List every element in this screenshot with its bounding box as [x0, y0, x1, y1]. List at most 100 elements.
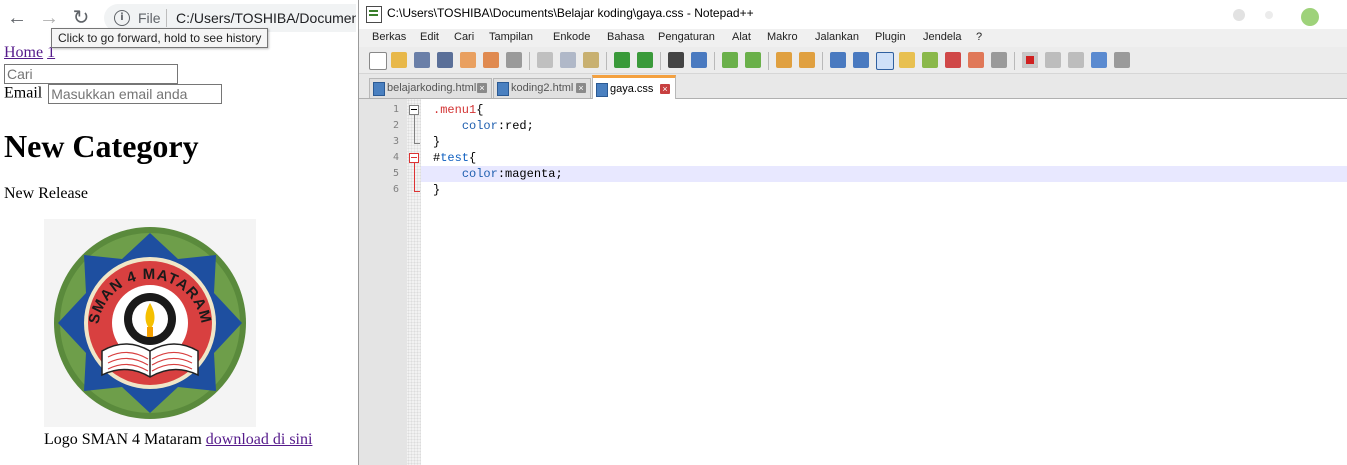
code-line-2[interactable]: color:red;	[433, 118, 534, 134]
save-macro-icon[interactable]	[1114, 52, 1130, 68]
address-url[interactable]: C:/Users/TOSHIBA/Documents	[176, 10, 360, 26]
css-selector: .menu1	[433, 103, 477, 117]
page-title: New Category	[4, 128, 199, 164]
fold-collapse-icon[interactable]	[409, 105, 419, 115]
code-line-4[interactable]: #test{	[433, 150, 476, 166]
function-list-icon[interactable]	[945, 52, 961, 68]
forward-arrow-icon[interactable]: →	[38, 7, 60, 29]
code-brace: {	[476, 103, 484, 117]
fold-guide	[414, 163, 415, 191]
stop-macro-icon[interactable]	[1045, 52, 1061, 68]
menu-cari[interactable]: Cari	[454, 31, 474, 43]
caption-text: Logo SMAN 4 Mataram	[44, 431, 202, 448]
tab-bar: belajarkoding.html × koding2.html × gaya…	[359, 74, 1347, 101]
line-number: 2	[392, 120, 399, 131]
word-wrap-icon[interactable]	[830, 52, 846, 68]
minimize-button[interactable]	[1233, 9, 1245, 21]
sync-horizontal-icon[interactable]	[799, 52, 815, 68]
code-brace: {	[469, 151, 477, 165]
new-release-text: New Release	[4, 185, 88, 202]
close-tab-icon[interactable]: ×	[477, 83, 487, 93]
code-line-6[interactable]: }	[433, 182, 440, 198]
save-all-icon[interactable]	[437, 52, 453, 68]
tab-koding2[interactable]: koding2.html ×	[493, 78, 591, 98]
close-icon[interactable]	[460, 52, 476, 68]
indent-guide-icon[interactable]	[876, 52, 894, 70]
reload-icon[interactable]: ↻	[70, 7, 92, 29]
record-macro-icon[interactable]	[1022, 52, 1038, 68]
folder-workspace-icon[interactable]	[968, 52, 984, 68]
school-logo: SMAN 4 MATARAM	[44, 219, 256, 427]
omnibox-divider	[166, 9, 167, 27]
maximize-button[interactable]	[1265, 11, 1273, 19]
email-label: Email	[4, 84, 43, 102]
tab-label: gaya.css	[610, 83, 654, 95]
line-number: 4	[392, 152, 399, 163]
info-icon[interactable]: i	[114, 10, 130, 26]
menu-pengaturan[interactable]: Pengaturan	[658, 31, 715, 43]
search-input[interactable]: Cari	[4, 64, 178, 84]
tab-belajarkoding[interactable]: belajarkoding.html ×	[369, 78, 492, 98]
show-all-chars-icon[interactable]	[853, 52, 869, 68]
code-editor[interactable]: 1 2 3 4 5 6 .menu1{ color:red; } #test{ …	[359, 99, 1347, 465]
zoom-out-icon[interactable]	[745, 52, 761, 68]
menu-help[interactable]: ?	[976, 31, 982, 43]
toolbar-separator	[529, 52, 530, 70]
new-file-icon[interactable]	[369, 52, 387, 70]
menu-tampilan[interactable]: Tampilan	[489, 31, 533, 43]
css-property: color	[461, 119, 498, 133]
save-icon[interactable]	[414, 52, 430, 68]
css-property: color	[461, 167, 498, 181]
fold-collapse-icon[interactable]	[409, 153, 419, 163]
close-all-icon[interactable]	[483, 52, 499, 68]
home-link[interactable]: Home	[4, 44, 43, 61]
tab-label: belajarkoding.html	[387, 82, 477, 94]
toolbar-separator	[1014, 52, 1015, 70]
toolbar-separator	[714, 52, 715, 70]
print-icon[interactable]	[506, 52, 522, 68]
download-link[interactable]: download di sini	[206, 431, 313, 448]
sync-vertical-icon[interactable]	[776, 52, 792, 68]
copy-icon[interactable]	[560, 52, 576, 68]
user-language-icon[interactable]	[899, 52, 915, 68]
file-icon	[497, 82, 509, 96]
undo-icon[interactable]	[614, 52, 630, 68]
tab-gaya-css[interactable]: gaya.css ×	[592, 75, 676, 101]
run-macro-multiple-icon[interactable]	[1091, 52, 1107, 68]
replace-icon[interactable]	[691, 52, 707, 68]
play-macro-icon[interactable]	[1068, 52, 1084, 68]
logo-caption: Logo SMAN 4 Mataram download di sini	[44, 431, 312, 449]
zoom-in-icon[interactable]	[722, 52, 738, 68]
menu-alat[interactable]: Alat	[732, 31, 751, 43]
close-button[interactable]	[1301, 8, 1319, 26]
menu-plugin[interactable]: Plugin	[875, 31, 906, 43]
email-field[interactable]: Masukkan email anda	[48, 84, 223, 104]
menu-edit[interactable]: Edit	[420, 31, 439, 43]
forward-tooltip: Click to go forward, hold to see history	[51, 28, 269, 48]
code-line-5[interactable]: color:magenta;	[433, 166, 563, 182]
notepadpp-app-icon[interactable]	[366, 6, 382, 23]
redo-icon[interactable]	[637, 52, 653, 68]
monitoring-icon[interactable]	[991, 52, 1007, 68]
menu-makro[interactable]: Makro	[767, 31, 798, 43]
fold-end-marker	[414, 191, 420, 192]
open-file-icon[interactable]	[391, 52, 407, 68]
menu-bahasa[interactable]: Bahasa	[607, 31, 644, 43]
file-icon	[596, 83, 608, 97]
find-icon[interactable]	[668, 52, 684, 68]
close-tab-icon[interactable]: ×	[660, 84, 670, 94]
code-line-3[interactable]: }	[433, 134, 440, 150]
line-number: 1	[392, 104, 399, 115]
code-line-1[interactable]: .menu1{	[433, 102, 483, 118]
menu-jendela[interactable]: Jendela	[923, 31, 962, 43]
menu-enkode[interactable]: Enkode	[553, 31, 590, 43]
paste-icon[interactable]	[583, 52, 599, 68]
title-bar[interactable]: C:\Users\TOSHIBA\Documents\Belajar kodin…	[359, 0, 1347, 28]
cut-icon[interactable]	[537, 52, 553, 68]
doc-map-icon[interactable]	[922, 52, 938, 68]
close-tab-icon[interactable]: ×	[576, 83, 586, 93]
menu-berkas[interactable]: Berkas	[372, 31, 406, 43]
menu-jalankan[interactable]: Jalankan	[815, 31, 859, 43]
back-arrow-icon[interactable]: ←	[6, 7, 28, 29]
tab-label: koding2.html	[511, 82, 574, 94]
